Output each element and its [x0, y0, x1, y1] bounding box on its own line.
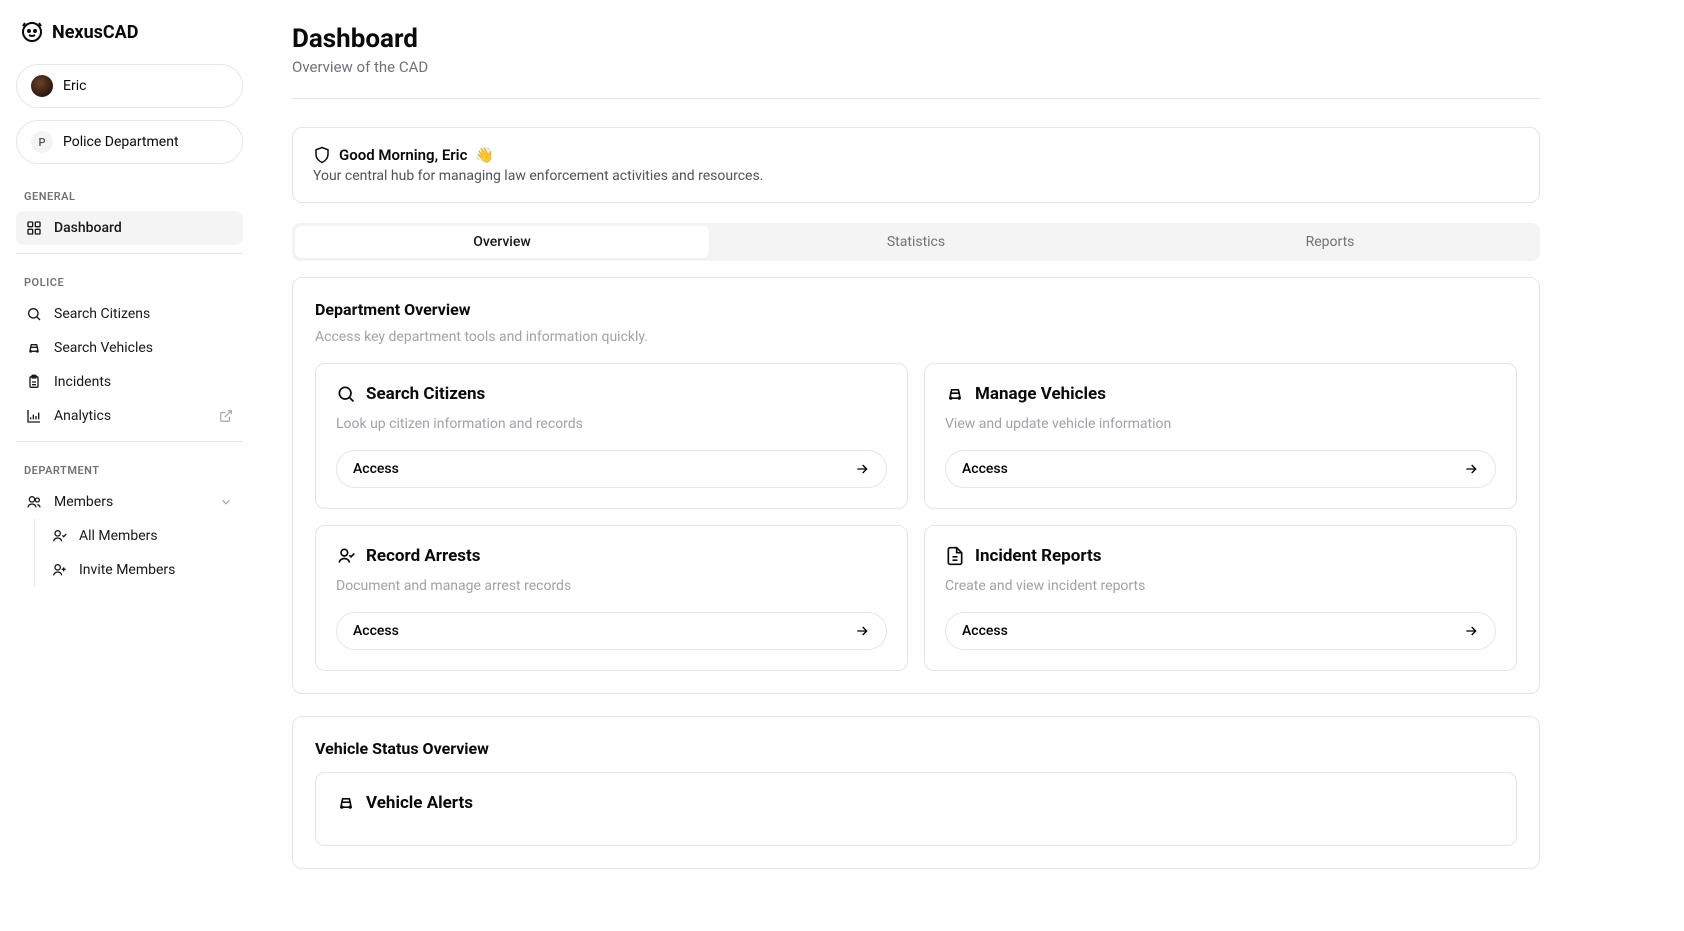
dashboard-icon — [26, 220, 42, 236]
arrow-right-icon — [1463, 461, 1479, 477]
arrow-right-icon — [854, 461, 870, 477]
nav-analytics[interactable]: Analytics — [16, 399, 243, 433]
tab-statistics[interactable]: Statistics — [709, 226, 1123, 258]
nav-invite-members-label: Invite Members — [79, 562, 175, 578]
car-icon — [26, 340, 42, 356]
card-title-text: Incident Reports — [975, 546, 1101, 566]
nav-dashboard-label: Dashboard — [54, 220, 122, 236]
card-search-citizens: Search Citizens Look up citizen informat… — [315, 363, 908, 509]
card-incident-reports-title: Incident Reports — [945, 546, 1496, 566]
divider — [16, 441, 243, 442]
department-avatar: P — [31, 131, 53, 153]
nav-invite-members[interactable]: Invite Members — [37, 553, 243, 587]
file-icon — [945, 546, 965, 566]
nav-analytics-label: Analytics — [54, 408, 111, 424]
main-content: Dashboard Overview of the CAD Good Morni… — [260, 0, 1660, 931]
nav-members-label: Members — [54, 494, 113, 510]
users-icon — [26, 494, 42, 510]
access-search-citizens-button[interactable]: Access — [336, 450, 887, 488]
tab-reports[interactable]: Reports — [1123, 226, 1537, 258]
access-manage-vehicles-button[interactable]: Access — [945, 450, 1496, 488]
wave-emoji: 👋 — [475, 146, 494, 164]
department-name: Police Department — [63, 134, 179, 150]
user-avatar — [31, 75, 53, 97]
card-manage-vehicles-desc: View and update vehicle information — [945, 416, 1496, 432]
chart-icon — [26, 408, 42, 424]
logo-icon — [20, 20, 44, 44]
clipboard-icon — [26, 374, 42, 390]
page-title: Dashboard — [292, 24, 1540, 54]
tab-overview[interactable]: Overview — [295, 226, 709, 258]
page-header: Dashboard Overview of the CAD — [292, 24, 1540, 99]
card-incident-reports-desc: Create and view incident reports — [945, 578, 1496, 594]
button-label: Access — [353, 461, 399, 477]
nav-members[interactable]: Members — [16, 485, 243, 519]
greeting-subtitle: Your central hub for managing law enforc… — [313, 168, 1519, 184]
members-submenu: All Members Invite Members — [34, 519, 243, 587]
user-name: Eric — [63, 78, 86, 94]
department-overview-panel: Department Overview Access key departmen… — [292, 277, 1540, 694]
vehicle-status-panel: Vehicle Status Overview Vehicle Alerts — [292, 716, 1540, 869]
user-profile-pill[interactable]: Eric — [16, 64, 243, 108]
card-grid: Search Citizens Look up citizen informat… — [315, 363, 1517, 671]
card-record-arrests-desc: Document and manage arrest records — [336, 578, 887, 594]
button-label: Access — [353, 623, 399, 639]
access-incident-reports-button[interactable]: Access — [945, 612, 1496, 650]
page-subtitle: Overview of the CAD — [292, 58, 1540, 76]
card-record-arrests: Record Arrests Document and manage arres… — [315, 525, 908, 671]
vehicle-status-title: Vehicle Status Overview — [315, 739, 1517, 758]
user-check-icon — [51, 528, 67, 544]
search-icon — [26, 306, 42, 322]
car-icon — [336, 793, 356, 813]
car-icon — [945, 384, 965, 404]
nav-incidents[interactable]: Incidents — [16, 365, 243, 399]
card-vehicle-alerts: Vehicle Alerts — [315, 772, 1517, 846]
dept-overview-title: Department Overview — [315, 300, 1517, 319]
tabs: Overview Statistics Reports — [292, 223, 1540, 261]
nav-all-members-label: All Members — [79, 528, 158, 544]
card-incident-reports: Incident Reports Create and view inciden… — [924, 525, 1517, 671]
app-name: NexusCAD — [52, 22, 138, 43]
sidebar: NexusCAD Eric P Police Department GENERA… — [0, 0, 260, 931]
external-link-icon — [219, 409, 233, 423]
card-title-text: Record Arrests — [366, 546, 481, 566]
search-icon — [336, 384, 356, 404]
arrow-right-icon — [1463, 623, 1479, 639]
card-manage-vehicles: Manage Vehicles View and update vehicle … — [924, 363, 1517, 509]
arrow-right-icon — [854, 623, 870, 639]
access-record-arrests-button[interactable]: Access — [336, 612, 887, 650]
greeting-text: Good Morning, Eric — [339, 146, 467, 164]
card-title-text: Manage Vehicles — [975, 384, 1106, 404]
nav-all-members[interactable]: All Members — [37, 519, 243, 553]
dept-overview-subtitle: Access key department tools and informat… — [315, 329, 1517, 345]
card-manage-vehicles-title: Manage Vehicles — [945, 384, 1496, 404]
card-search-citizens-desc: Look up citizen information and records — [336, 416, 887, 432]
divider — [16, 253, 243, 254]
section-label-department: DEPARTMENT — [16, 450, 243, 485]
user-check-icon — [336, 546, 356, 566]
button-label: Access — [962, 623, 1008, 639]
card-record-arrests-title: Record Arrests — [336, 546, 887, 566]
card-search-citizens-title: Search Citizens — [336, 384, 887, 404]
nav-search-vehicles-label: Search Vehicles — [54, 340, 153, 356]
section-label-police: POLICE — [16, 262, 243, 297]
nav-search-vehicles[interactable]: Search Vehicles — [16, 331, 243, 365]
nav-search-citizens-label: Search Citizens — [54, 306, 150, 322]
app-logo[interactable]: NexusCAD — [16, 20, 243, 64]
nav-dashboard[interactable]: Dashboard — [16, 211, 243, 245]
card-title-text: Vehicle Alerts — [366, 793, 473, 813]
greeting-title: Good Morning, Eric 👋 — [313, 146, 1519, 164]
user-plus-icon — [51, 562, 67, 578]
nav-search-citizens[interactable]: Search Citizens — [16, 297, 243, 331]
chevron-down-icon — [219, 495, 233, 509]
card-title-text: Search Citizens — [366, 384, 485, 404]
department-pill[interactable]: P Police Department — [16, 120, 243, 164]
section-label-general: GENERAL — [16, 176, 243, 211]
shield-icon — [313, 146, 331, 164]
greeting-card: Good Morning, Eric 👋 Your central hub fo… — [292, 127, 1540, 203]
button-label: Access — [962, 461, 1008, 477]
card-vehicle-alerts-title: Vehicle Alerts — [336, 793, 1496, 813]
nav-incidents-label: Incidents — [54, 374, 111, 390]
